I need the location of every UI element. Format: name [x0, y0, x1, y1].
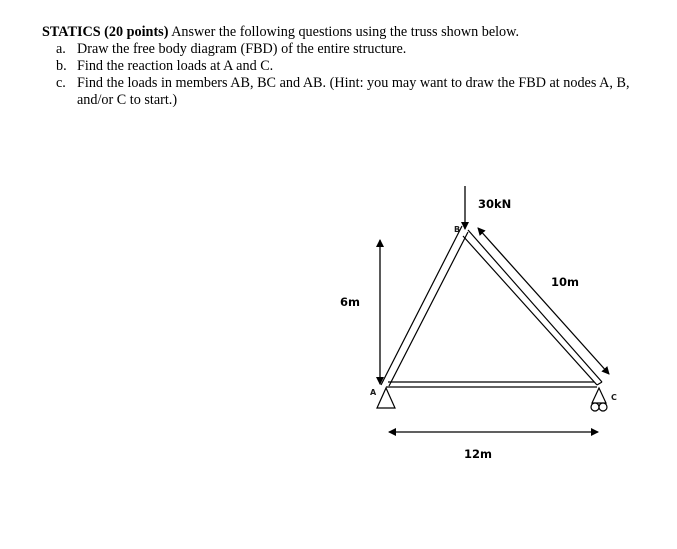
span-label: 12m [464, 447, 492, 461]
member-bc [462, 229, 603, 386]
diagonal-dimension-arrow [477, 227, 610, 375]
pin-support-icon [376, 386, 396, 409]
node-b-label: B [454, 225, 460, 234]
truss-diagram: 30kN B 6m 10m 12m A C [340, 186, 617, 461]
node-c-label: C [611, 393, 617, 402]
load-label: 30kN [478, 197, 511, 211]
node-a-label: A [370, 388, 377, 397]
member-ab [380, 225, 469, 387]
height-label: 6m [340, 295, 360, 309]
member-ac [386, 381, 597, 388]
diagonal-label: 10m [551, 275, 579, 289]
roller-support-icon [590, 386, 608, 412]
